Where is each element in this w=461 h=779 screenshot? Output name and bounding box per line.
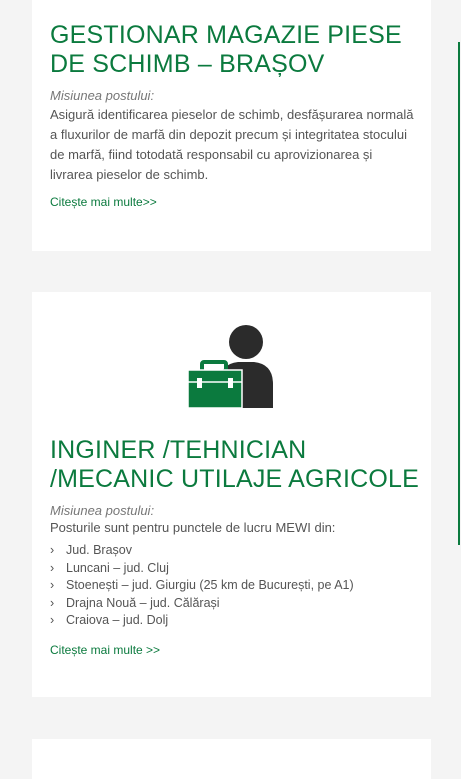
job-card-gestionar: GESTIONAR MAGAZIE PIESE DE SCHIMB – BRAȘ…: [32, 0, 431, 251]
mission-text: Posturile sunt pentru punctele de lucru …: [50, 520, 336, 535]
worker-briefcase-icon: [186, 322, 276, 409]
mission-text: Asigură identificarea pieselor de schimb…: [50, 107, 414, 182]
job-title-line-1: INGINER /TEHNICIAN: [50, 436, 307, 464]
read-more-link[interactable]: Citește mai multe>>: [50, 195, 157, 209]
location-item: › Craiova – jud. Dolj: [50, 612, 354, 630]
chevron-right-icon: ›: [50, 613, 55, 628]
chevron-right-icon: ›: [50, 595, 55, 610]
job-title-line-2: DE SCHIMB – BRAȘOV: [50, 50, 325, 78]
job-title-line-1: GESTIONAR MAGAZIE PIESE: [50, 21, 402, 49]
mission-label: Misiunea postului:: [50, 88, 155, 103]
mission-label: Misiunea postului:: [50, 503, 155, 518]
location-item: › Drajna Nouă – jud. Călărași: [50, 595, 354, 613]
job-title[interactable]: GESTIONAR MAGAZIE PIESE DE SCHIMB – BRAȘ…: [50, 21, 421, 79]
location-item: › Luncani – jud. Cluj: [50, 560, 354, 578]
locations-list: › Jud. Brașov › Luncani – jud. Cluj › Stoen…: [50, 542, 354, 630]
location-item: › Stoenești – jud. Giurgiu (25 km de Bucu…: [50, 577, 354, 595]
location-item: › Jud. Brașov: [50, 542, 354, 560]
job-card-inginer: INGINER /TEHNICIAN /MECANIC UTILAJE AGRI…: [32, 292, 431, 697]
job-card-next: [32, 739, 431, 779]
read-more-link[interactable]: Citește mai multe >>: [50, 643, 160, 657]
chevron-right-icon: ›: [50, 560, 55, 575]
job-title[interactable]: INGINER /TEHNICIAN /MECANIC UTILAJE AGRI…: [50, 436, 421, 494]
chevron-right-icon: ›: [50, 543, 55, 557]
scroll-indicator: [458, 42, 460, 545]
job-title-line-2: /MECANIC UTILAJE AGRICOLE: [50, 465, 419, 493]
chevron-right-icon: ›: [50, 578, 55, 593]
